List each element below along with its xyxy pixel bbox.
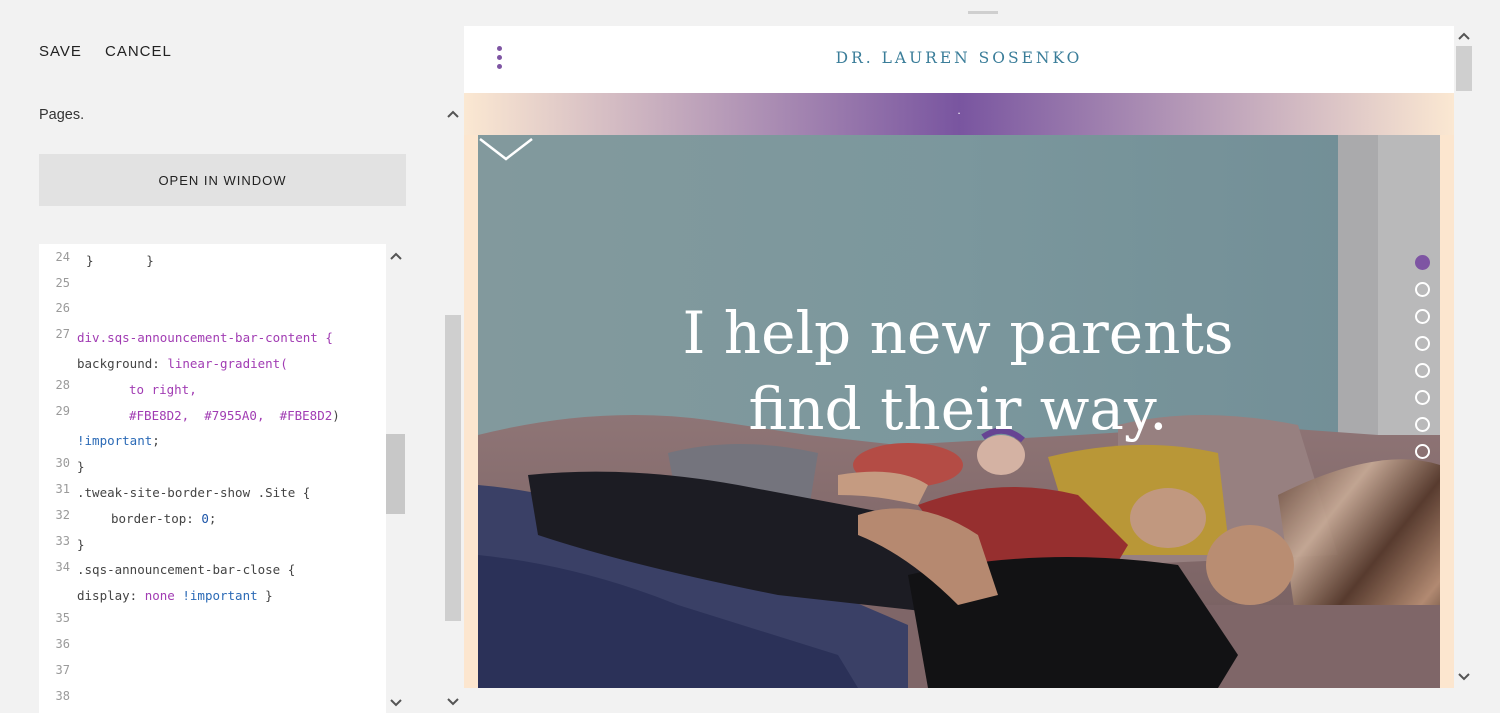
chevron-up-icon[interactable] xyxy=(389,251,403,261)
code-line: border-top: 0; xyxy=(111,511,216,526)
css-code-editor[interactable]: 24 25 26 27 28 29 30 31 32 33 34 35 36 3… xyxy=(39,244,386,713)
code-line: } xyxy=(77,537,85,552)
code-token: ; xyxy=(152,433,160,448)
code-line: .tweak-site-border-show .Site { xyxy=(77,485,311,500)
site-title[interactable]: DR. LAUREN SOSENKO xyxy=(464,49,1454,67)
resize-handle[interactable] xyxy=(968,11,998,14)
line-number: 38 xyxy=(55,689,70,703)
section-dot[interactable] xyxy=(1415,444,1430,459)
section-dot[interactable] xyxy=(1415,336,1430,351)
line-number: 26 xyxy=(55,301,70,315)
code-token: } xyxy=(257,588,273,603)
editor-panel: SAVE CANCEL Pages. OPEN IN WINDOW 24 25 … xyxy=(0,0,444,713)
pages-label: Pages. xyxy=(39,107,85,123)
line-number: 24 xyxy=(55,250,70,264)
section-dot[interactable] xyxy=(1415,255,1430,270)
section-dot[interactable] xyxy=(1415,390,1430,405)
hero-headline-line: I help new parents xyxy=(682,299,1234,367)
line-number: 27 xyxy=(55,327,70,341)
code-token: #FBE8D2 xyxy=(279,408,333,423)
code-line: } xyxy=(77,459,85,474)
code-token: !important xyxy=(182,588,258,603)
line-number: 30 xyxy=(55,456,70,470)
chevron-up-icon[interactable] xyxy=(446,109,460,119)
code-line: to right, xyxy=(129,382,197,397)
chevron-down-icon[interactable] xyxy=(1457,672,1471,682)
code-token: !important xyxy=(77,433,153,448)
section-dot[interactable] xyxy=(1415,282,1430,297)
line-number: 33 xyxy=(55,534,70,548)
line-number: 29 xyxy=(55,404,70,418)
code-token: ; xyxy=(208,511,217,526)
code-token: linear-gradient( xyxy=(167,356,288,371)
code-token: to right, xyxy=(129,382,197,397)
code-token: div.sqs-announcement-bar-content { xyxy=(77,330,333,345)
announcement-text: . xyxy=(957,103,961,117)
chevron-down-icon[interactable] xyxy=(446,697,460,707)
section-dot[interactable] xyxy=(1415,363,1430,378)
code-token: border-top: xyxy=(111,511,202,526)
code-line: !important; xyxy=(77,433,160,448)
announcement-bar: . xyxy=(464,93,1454,135)
cancel-button[interactable]: CANCEL xyxy=(105,43,172,60)
code-scrollbar[interactable] xyxy=(386,244,405,713)
line-number: 32 xyxy=(55,508,70,522)
code-line: display: none !important } xyxy=(77,588,273,603)
open-in-window-button[interactable]: OPEN IN WINDOW xyxy=(39,154,406,206)
chevron-down-icon[interactable] xyxy=(389,698,403,708)
line-number: 25 xyxy=(55,276,70,290)
code-token: ) xyxy=(332,408,340,423)
preview-scrollbar[interactable] xyxy=(1454,26,1474,688)
code-token: display: xyxy=(77,588,145,603)
site-preview: DR. LAUREN SOSENKO . I help new parents … xyxy=(464,26,1454,688)
line-number: 37 xyxy=(55,663,70,677)
code-token: none xyxy=(144,588,175,603)
chevron-up-icon[interactable] xyxy=(1457,31,1471,41)
hero-headline: I help new parents find their way. xyxy=(608,295,1308,447)
code-token: background: xyxy=(77,356,168,371)
code-token: #7955A0, xyxy=(204,408,265,423)
code-scrollbar-thumb[interactable] xyxy=(386,434,405,514)
panel-scrollbar-thumb[interactable] xyxy=(445,315,461,621)
line-number: 36 xyxy=(55,637,70,651)
save-button[interactable]: SAVE xyxy=(39,43,82,60)
code-line: background: linear-gradient( xyxy=(77,356,288,371)
hero-section: I help new parents find their way. xyxy=(478,135,1440,688)
line-number: 34 xyxy=(55,560,70,574)
line-number: 31 xyxy=(55,482,70,496)
line-number: 35 xyxy=(55,611,70,625)
code-line: #FBE8D2, #7955A0, #FBE8D2) xyxy=(129,408,340,423)
section-dot[interactable] xyxy=(1415,417,1430,432)
section-dot[interactable] xyxy=(1415,309,1430,324)
code-line: .sqs-announcement-bar-close { xyxy=(77,562,296,577)
code-line: div.sqs-announcement-bar-content { xyxy=(77,330,333,345)
preview-scrollbar-thumb[interactable] xyxy=(1456,46,1472,91)
code-line: } } xyxy=(86,253,154,268)
site-header: DR. LAUREN SOSENKO xyxy=(464,26,1454,93)
panel-scrollbar[interactable] xyxy=(444,93,462,713)
scroll-down-arrow-icon[interactable] xyxy=(478,135,534,165)
code-token: 0 xyxy=(201,511,209,526)
line-number: 28 xyxy=(55,378,70,392)
code-token: #FBE8D2, xyxy=(129,408,190,423)
hero-headline-line: find their way. xyxy=(748,375,1168,443)
